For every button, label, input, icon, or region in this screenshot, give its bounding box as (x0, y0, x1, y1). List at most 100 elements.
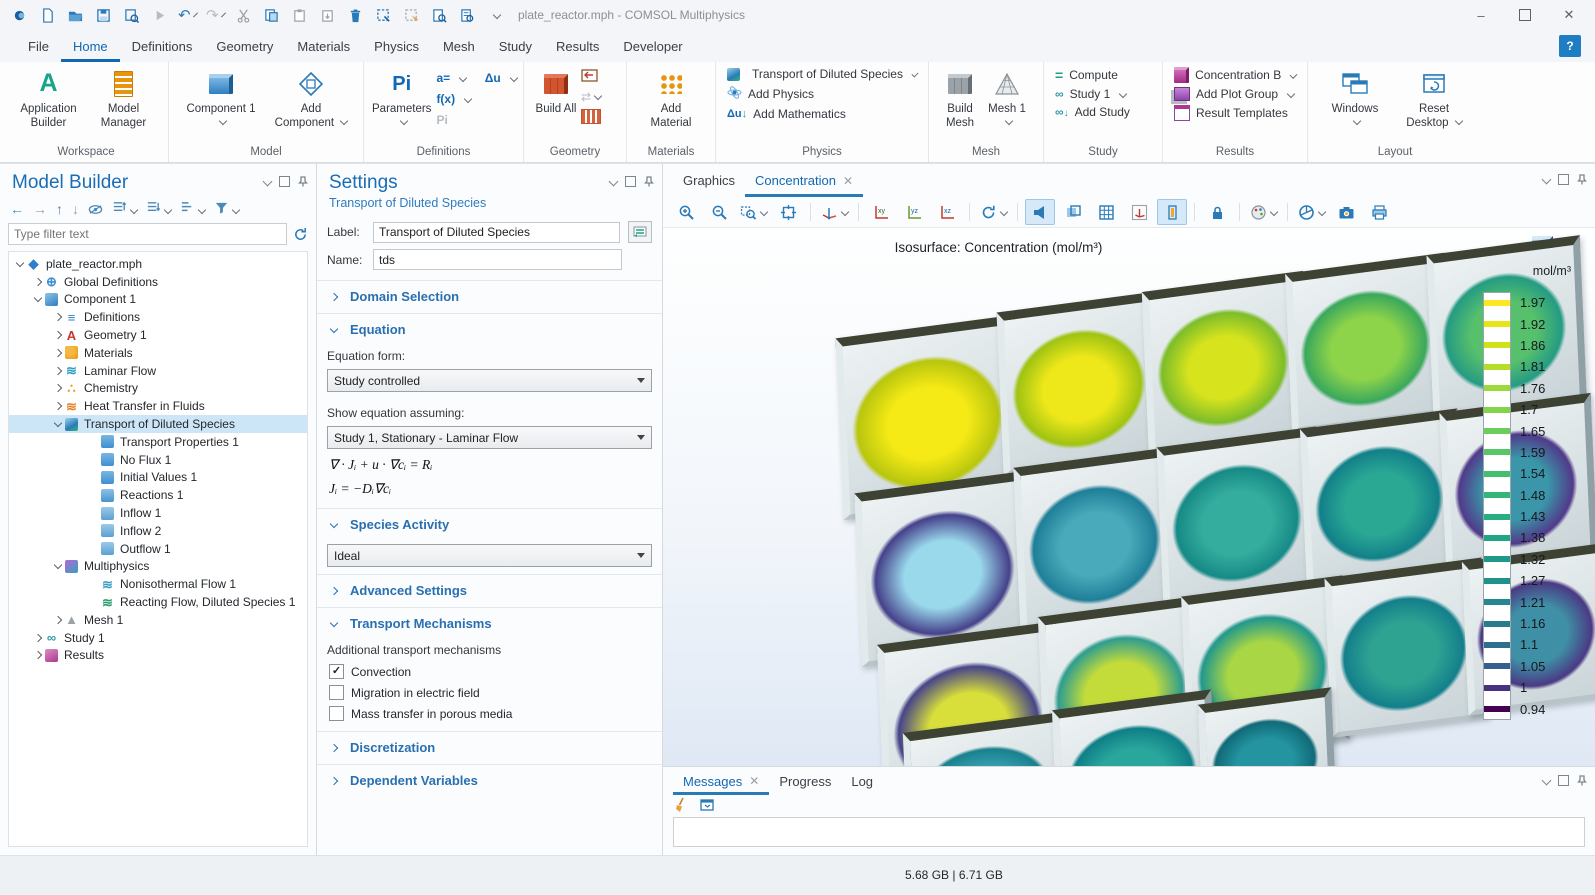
compute-button[interactable]: =Compute (1051, 65, 1155, 85)
tree-item[interactable]: ≋ Reacting Flow, Diluted Species 1 (9, 593, 307, 611)
tree-item[interactable]: ∴ Chemistry (9, 380, 307, 398)
filter-funnel-icon[interactable] (214, 200, 239, 218)
transport-checkbox-row[interactable]: Mass transfer in porous media (317, 703, 662, 724)
clear-brush-icon[interactable] (402, 6, 420, 24)
show-equation-select[interactable]: Study 1, Stationary - Laminar Flow (327, 426, 652, 449)
lock-view-icon[interactable] (1202, 199, 1232, 225)
remove-details-icon[interactable] (581, 109, 601, 124)
messages-output[interactable] (673, 817, 1585, 847)
animate-icon[interactable] (1295, 199, 1328, 225)
windows-button[interactable]: Windows (1323, 65, 1387, 134)
sync-geometry-icon[interactable]: ⇄ (581, 90, 601, 104)
float-panel-icon[interactable] (279, 176, 290, 187)
checkbox[interactable]: ✓ (329, 664, 344, 679)
tree-expander-icon[interactable] (51, 350, 65, 356)
zoom-box-icon[interactable] (737, 199, 770, 225)
save-icon[interactable] (94, 6, 112, 24)
panel-menu-icon[interactable] (609, 177, 619, 187)
add-study-button[interactable]: ∞↓Add Study (1051, 103, 1155, 121)
node-text-options-icon[interactable] (180, 200, 205, 218)
tree-item[interactable]: ▲ Mesh 1 (9, 611, 307, 629)
tree-item[interactable]: Reactions 1 (9, 486, 307, 504)
expand-all-icon[interactable] (112, 200, 137, 218)
views-icon[interactable] (458, 6, 476, 24)
transport-checkbox-row[interactable]: ✓ Convection (317, 661, 662, 682)
close-tab-icon[interactable]: ✕ (843, 174, 853, 188)
ribbon-tab[interactable]: Physics (362, 30, 431, 62)
tree-item[interactable]: ◆ plate_reactor.mph (9, 255, 307, 273)
tree-item[interactable]: Materials (9, 344, 307, 362)
refresh-icon[interactable] (293, 227, 308, 242)
plot-area[interactable]: Isosurface: Concentration (mol/m³) mol/m… (663, 228, 1595, 766)
tree-item[interactable]: ≋ Laminar Flow (9, 362, 307, 380)
grid-icon[interactable] (1091, 199, 1121, 225)
float-panel-icon[interactable] (1558, 174, 1569, 185)
pin-icon[interactable] (1577, 775, 1587, 786)
ribbon-tab[interactable]: Developer (611, 30, 694, 62)
tree-item[interactable]: Transport of Diluted Species (9, 415, 307, 433)
maximize-button[interactable] (1503, 0, 1547, 30)
find-icon[interactable] (430, 6, 448, 24)
tab-concentration[interactable]: Concentration✕ (745, 164, 863, 197)
tree-expander-icon[interactable] (31, 652, 45, 658)
help-button[interactable]: ? (1559, 35, 1581, 57)
message-options-icon[interactable] (699, 797, 715, 813)
section-species-activity[interactable]: Species Activity (317, 508, 662, 534)
variables-button[interactable]: a= Δu (432, 69, 520, 87)
undo-icon[interactable]: ↶ (178, 6, 196, 24)
zoom-extents-icon[interactable] (773, 199, 803, 225)
tree-expander-icon[interactable] (51, 617, 65, 623)
parameters-button[interactable]: Pi Parameters (371, 65, 432, 134)
pin-icon[interactable] (298, 176, 308, 187)
run-icon[interactable] (150, 6, 168, 24)
panel-menu-icon[interactable] (1542, 776, 1552, 786)
build-all-button[interactable]: Build All (531, 65, 581, 119)
view-xy-icon[interactable]: xy (866, 199, 896, 225)
panel-menu-icon[interactable] (1542, 175, 1552, 185)
tab-graphics[interactable]: Graphics (673, 164, 745, 197)
tree-item[interactable]: ≋ Heat Transfer in Fluids (9, 397, 307, 415)
tree-expander-icon[interactable] (31, 279, 45, 285)
section-equation[interactable]: Equation (317, 313, 662, 339)
back-arrow-icon[interactable]: ← (10, 201, 24, 217)
minimize-button[interactable]: – (1459, 0, 1503, 30)
add-mathematics-button[interactable]: Δu↓ Add Mathematics (723, 105, 921, 123)
ribbon-tab[interactable]: Results (544, 30, 611, 62)
tree-item[interactable]: No Flux 1 (9, 451, 307, 469)
zoom-in-icon[interactable] (671, 199, 701, 225)
tree-expander-icon[interactable] (51, 564, 65, 568)
ribbon-tab[interactable]: Study (487, 30, 544, 62)
save-preview-icon[interactable] (122, 6, 140, 24)
customize-chevron-icon[interactable] (486, 6, 504, 24)
section-dependent-variables[interactable]: Dependent Variables (317, 764, 662, 790)
copy-icon[interactable] (262, 6, 280, 24)
view-yz-icon[interactable]: yz (899, 199, 929, 225)
add-material-button[interactable]: Add Material (639, 65, 703, 134)
tree-item[interactable]: Multiphysics (9, 558, 307, 576)
section-domain-selection[interactable]: Domain Selection (317, 280, 662, 306)
section-advanced-settings[interactable]: Advanced Settings (317, 574, 662, 600)
tree-expander-icon[interactable] (51, 403, 65, 409)
move-down-icon[interactable]: ↓ (72, 201, 79, 217)
close-tab-icon[interactable]: ✕ (749, 774, 759, 788)
tree-item[interactable]: ∞ Study 1 (9, 629, 307, 647)
tree-item[interactable]: Inflow 1 (9, 504, 307, 522)
paste-icon[interactable] (290, 6, 308, 24)
tree-item[interactable]: ⊕ Global Definitions (9, 273, 307, 291)
ribbon-tab[interactable]: File (16, 30, 61, 62)
zoom-out-icon[interactable] (704, 199, 734, 225)
parameter-case-button[interactable]: Pi (432, 111, 520, 129)
ribbon-tab[interactable]: Home (61, 30, 120, 62)
select-frame-icon[interactable] (374, 6, 392, 24)
tree-expander-icon[interactable] (51, 332, 65, 338)
show-toggle-icon[interactable] (88, 202, 103, 217)
print-icon[interactable] (1364, 199, 1394, 225)
transparency-icon[interactable] (1058, 199, 1088, 225)
ribbon-tab[interactable]: Geometry (204, 30, 285, 62)
scene-light-icon[interactable] (1025, 199, 1055, 225)
pin-icon[interactable] (644, 176, 654, 187)
app-logo-icon[interactable] (10, 6, 28, 24)
rotate-icon[interactable] (977, 199, 1010, 225)
clear-broom-icon[interactable] (673, 797, 689, 813)
equation-form-select[interactable]: Study controlled (327, 369, 652, 392)
